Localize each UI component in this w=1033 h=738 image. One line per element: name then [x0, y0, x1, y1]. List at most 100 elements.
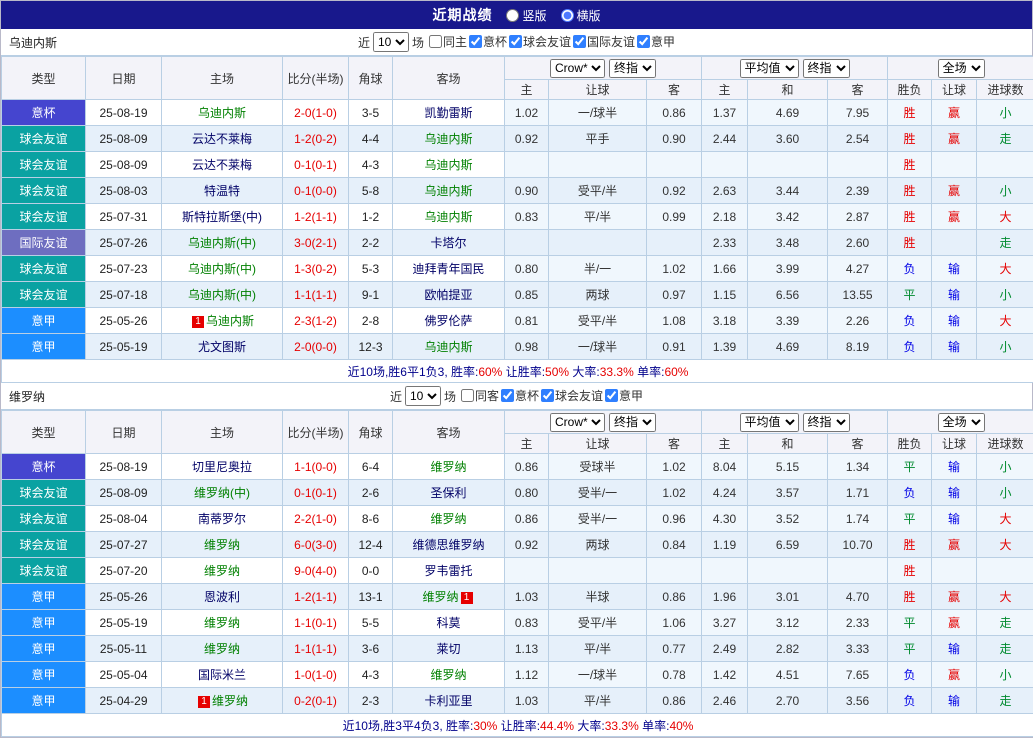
team-link[interactable]: 乌迪内斯 [424, 158, 472, 172]
avg-away: 1.71 [828, 480, 888, 506]
match-score[interactable]: 1-3(0-2) [283, 256, 349, 282]
match-score[interactable]: 6-0(3-0) [283, 532, 349, 558]
team-link[interactable]: 乌迪内斯(中) [188, 262, 256, 276]
filter-checkbox-input[interactable] [541, 389, 554, 402]
team-link[interactable]: 乌迪内斯 [424, 132, 472, 146]
filter-checkbox[interactable]: 意甲 [605, 387, 643, 404]
vertical-layout-radio[interactable] [506, 9, 519, 22]
match-score[interactable]: 1-1(1-1) [283, 636, 349, 662]
match-score[interactable]: 3-0(2-1) [283, 230, 349, 256]
match-score[interactable]: 1-0(1-0) [283, 662, 349, 688]
team-link[interactable]: 维罗纳(中) [194, 486, 250, 500]
odds-stage-select-2[interactable]: 终指 [803, 59, 850, 78]
match-score[interactable]: 1-1(0-0) [283, 454, 349, 480]
team-link[interactable]: 切里尼奥拉 [192, 460, 252, 474]
team-link[interactable]: 特温特 [204, 184, 240, 198]
match-type-badge: 球会友谊 [2, 204, 86, 230]
match-type-badge: 球会友谊 [2, 282, 86, 308]
team-link[interactable]: 尤文图斯 [198, 340, 246, 354]
filter-checkbox-input[interactable] [469, 35, 482, 48]
team-link[interactable]: 佛罗伦萨 [424, 314, 472, 328]
team-link[interactable]: 维罗纳 [422, 590, 458, 604]
team-link[interactable]: 卡塔尔 [430, 236, 466, 250]
bookmaker-select[interactable]: Crow* [550, 59, 605, 78]
match-score[interactable]: 1-2(1-1) [283, 204, 349, 230]
bookmaker-select[interactable]: Crow* [550, 413, 605, 432]
average-select[interactable]: 平均值 [740, 413, 799, 432]
corners: 13-1 [349, 584, 393, 610]
match-count-select[interactable]: 10 [405, 386, 441, 406]
team-link[interactable]: 维罗纳 [430, 512, 466, 526]
team-link[interactable]: 维罗纳 [204, 616, 240, 630]
match-score[interactable]: 1-2(1-1) [283, 584, 349, 610]
odds-stage-select-2[interactable]: 终指 [803, 413, 850, 432]
filter-checkbox[interactable]: 意杯 [469, 33, 507, 50]
team-link[interactable]: 国际米兰 [198, 668, 246, 682]
team-link[interactable]: 恩波利 [204, 590, 240, 604]
match-score[interactable]: 1-1(1-1) [283, 282, 349, 308]
filter-checkbox[interactable]: 意甲 [637, 33, 675, 50]
team-link[interactable]: 乌迪内斯 [424, 340, 472, 354]
team-link[interactable]: 乌迪内斯 [206, 314, 254, 328]
match-score[interactable]: 2-0(1-0) [283, 100, 349, 126]
match-score[interactable]: 0-1(0-1) [283, 480, 349, 506]
filter-checkbox[interactable]: 同客 [461, 387, 499, 404]
team-link[interactable]: 凯勤雷斯 [424, 106, 472, 120]
team-link[interactable]: 罗韦雷托 [424, 564, 472, 578]
filter-checkbox-input[interactable] [573, 35, 586, 48]
match-score[interactable]: 0-2(0-1) [283, 688, 349, 714]
match-score[interactable]: 0-1(0-0) [283, 178, 349, 204]
filter-checkbox[interactable]: 意杯 [501, 387, 539, 404]
team-link[interactable]: 维德思维罗纳 [412, 538, 484, 552]
odds-stage-select-1[interactable]: 终指 [609, 413, 656, 432]
filter-checkbox[interactable]: 球会友谊 [541, 387, 603, 404]
view-option-horizontal[interactable]: 横版 [561, 7, 601, 24]
match-score[interactable]: 0-1(0-1) [283, 152, 349, 178]
filter-checkbox-input[interactable] [429, 35, 442, 48]
match-count-select[interactable]: 10 [373, 32, 409, 52]
match-score[interactable]: 2-2(1-0) [283, 506, 349, 532]
view-option-vertical[interactable]: 竖版 [506, 7, 546, 24]
filter-checkbox[interactable]: 同主 [429, 33, 467, 50]
team-link[interactable]: 圣保利 [430, 486, 466, 500]
away-team: 乌迪内斯 [393, 152, 505, 178]
team-link[interactable]: 科莫 [436, 616, 460, 630]
horizontal-layout-radio[interactable] [561, 9, 574, 22]
team-link[interactable]: 南蒂罗尔 [198, 512, 246, 526]
team-link[interactable]: 维罗纳 [212, 694, 248, 708]
team-link[interactable]: 欧帕提亚 [424, 288, 472, 302]
filter-checkbox-input[interactable] [501, 389, 514, 402]
match-score[interactable]: 2-0(0-0) [283, 334, 349, 360]
filter-checkbox-input[interactable] [637, 35, 650, 48]
team-link[interactable]: 维罗纳 [204, 538, 240, 552]
team-link[interactable]: 卡利亚里 [424, 694, 472, 708]
team-link[interactable]: 维罗纳 [430, 460, 466, 474]
match-score[interactable]: 9-0(4-0) [283, 558, 349, 584]
filter-checkbox-input[interactable] [461, 389, 474, 402]
match-score[interactable]: 1-2(0-2) [283, 126, 349, 152]
team-link[interactable]: 云达不莱梅 [192, 158, 252, 172]
odds-stage-select-1[interactable]: 终指 [609, 59, 656, 78]
fulltime-select[interactable]: 全场 [938, 59, 985, 78]
match-score[interactable]: 1-1(0-1) [283, 610, 349, 636]
filter-checkbox[interactable]: 国际友谊 [573, 33, 635, 50]
team-link[interactable]: 乌迪内斯(中) [188, 236, 256, 250]
team-link[interactable]: 维罗纳 [430, 668, 466, 682]
team-link[interactable]: 莱切 [436, 642, 460, 656]
team-link[interactable]: 乌迪内斯 [424, 210, 472, 224]
team-link[interactable]: 乌迪内斯 [198, 106, 246, 120]
team-link[interactable]: 斯特拉斯堡(中) [182, 210, 262, 224]
near-label: 近 [390, 388, 402, 405]
team-link[interactable]: 乌迪内斯 [424, 184, 472, 198]
match-score[interactable]: 2-3(1-2) [283, 308, 349, 334]
team-link[interactable]: 乌迪内斯(中) [188, 288, 256, 302]
team-link[interactable]: 维罗纳 [204, 642, 240, 656]
team-link[interactable]: 迪拜青年国民 [412, 262, 484, 276]
filter-checkbox-input[interactable] [509, 35, 522, 48]
team-link[interactable]: 维罗纳 [204, 564, 240, 578]
filter-checkbox-input[interactable] [605, 389, 618, 402]
team-link[interactable]: 云达不莱梅 [192, 132, 252, 146]
filter-checkbox[interactable]: 球会友谊 [509, 33, 571, 50]
fulltime-select[interactable]: 全场 [938, 413, 985, 432]
average-select[interactable]: 平均值 [740, 59, 799, 78]
